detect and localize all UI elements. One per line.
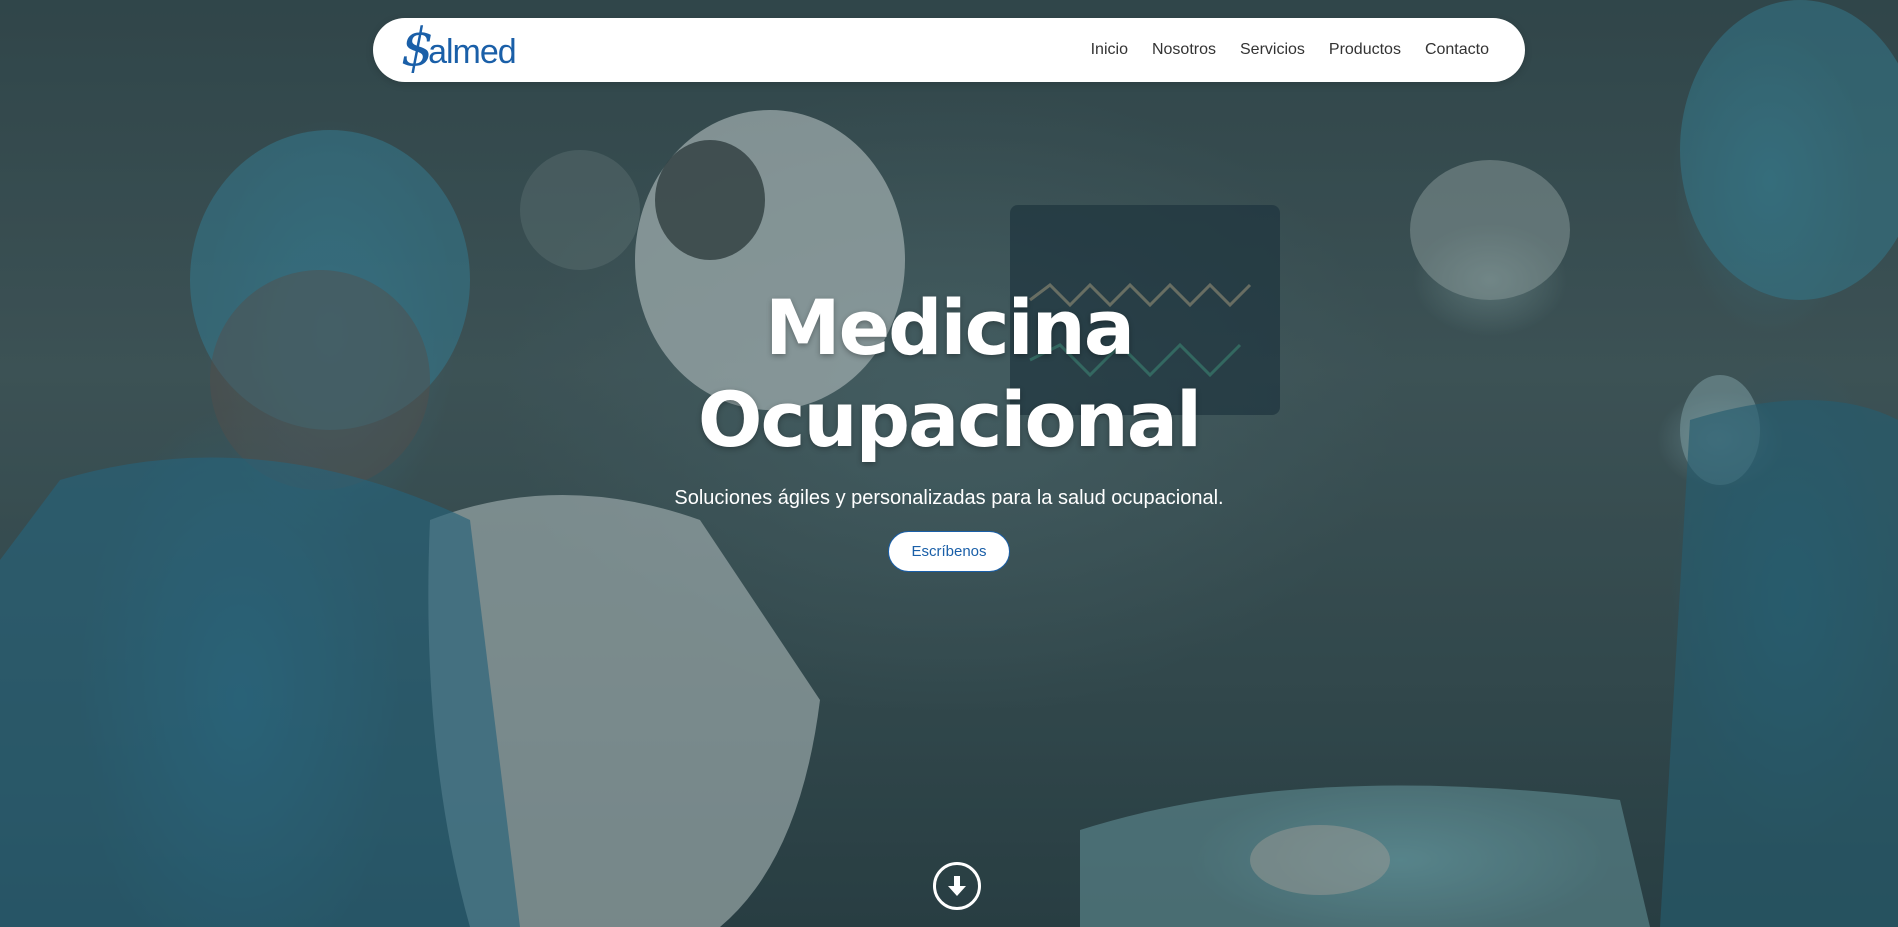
contact-cta-button[interactable]: Escríbenos [888, 531, 1010, 572]
logo-text: almed [428, 32, 517, 71]
nav-link-nosotros[interactable]: Nosotros [1152, 41, 1216, 59]
navbar: $ almed Inicio Nosotros Servicios Produc… [373, 18, 1525, 82]
hero-title: Medicina Ocupacional [0, 282, 1898, 466]
nav-link-productos[interactable]: Productos [1329, 41, 1401, 59]
hero-title-line-1: Medicina [764, 283, 1135, 372]
arrow-down-circle-icon [948, 876, 966, 896]
nav-link-contacto[interactable]: Contacto [1425, 41, 1489, 59]
nav-menu: Inicio Nosotros Servicios Productos Cont… [1091, 41, 1489, 59]
hero-title-line-2: Ocupacional [697, 375, 1202, 464]
scroll-down-button[interactable] [933, 862, 981, 910]
brand-logo[interactable]: $ almed [401, 20, 517, 80]
nav-link-servicios[interactable]: Servicios [1240, 41, 1305, 59]
hero-subtitle: Soluciones ágiles y personalizadas para … [674, 487, 1224, 509]
nav-link-inicio[interactable]: Inicio [1091, 41, 1128, 59]
hero-section: Medicina Ocupacional Soluciones ágiles y… [0, 282, 1898, 572]
